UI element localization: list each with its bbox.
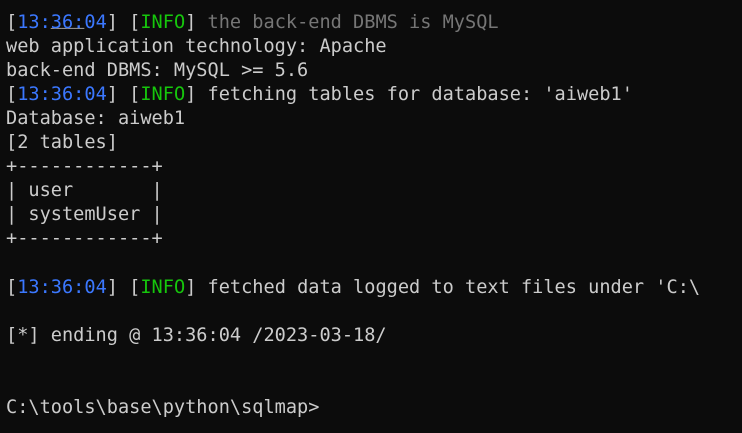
bracket-open: [ <box>6 12 18 33</box>
log-timestamp: 13:36:04 <box>17 277 107 298</box>
log-level-info: INFO <box>140 277 186 298</box>
output-text: web application technology: Apache <box>6 36 387 57</box>
output-text: | systemUser | <box>6 204 163 225</box>
output-line: back-end DBMS: MySQL >= 5.6 <box>6 59 308 83</box>
table-row: | user | <box>6 179 163 203</box>
bracket-close: ] <box>185 84 208 105</box>
log-line-info: [13:36:04] [INFO] the back-end DBMS is M… <box>6 11 499 35</box>
command-prompt[interactable]: C:\tools\base\python\sqlmap> <box>6 396 319 420</box>
output-text: +------------+ <box>6 228 163 249</box>
output-line: Database: aiweb1 <box>6 107 185 131</box>
log-level-info: INFO <box>140 84 186 105</box>
log-timestamp: 13:36:04 <box>17 84 107 105</box>
output-line: [2 tables] <box>6 131 118 155</box>
log-line-info: [13:36:04] [INFO] fetched data logged to… <box>6 276 700 300</box>
bracket-sep: ] [ <box>106 12 141 33</box>
prompt-path: C:\tools\base\python\sqlmap> <box>6 397 320 418</box>
log-level-info: INFO <box>140 12 186 33</box>
table-border-bottom: +------------+ <box>6 227 163 251</box>
output-text: [*] ending @ 13:36:04 /2023-03-18/ <box>6 325 387 346</box>
bracket-close: ] <box>185 12 208 33</box>
bracket-sep: ] [ <box>106 84 141 105</box>
table-border-top: +------------+ <box>6 155 163 179</box>
output-text: Database: aiweb1 <box>6 108 186 129</box>
output-text: | user | <box>6 180 163 201</box>
bracket-open: [ <box>6 84 18 105</box>
output-line: [*] ending @ 13:36:04 /2023-03-18/ <box>6 324 387 348</box>
log-message: the back-end DBMS is MySQL <box>207 12 499 33</box>
output-text: [2 tables] <box>6 132 118 153</box>
table-row: | systemUser | <box>6 203 163 227</box>
scrolled-off-line: ___ <box>6 0 85 29</box>
bracket-sep: ] [ <box>106 277 141 298</box>
log-message: fetched data logged to text files under … <box>207 277 701 298</box>
terminal-window[interactable]: ___ [13:36:04] [INFO] the back-end DBMS … <box>0 0 742 433</box>
output-line: web application technology: Apache <box>6 35 387 59</box>
output-text: back-end DBMS: MySQL >= 5.6 <box>6 60 309 81</box>
log-message: fetching tables for database: 'aiweb1' <box>207 84 633 105</box>
log-line-info: [13:36:04] [INFO] fetching tables for da… <box>6 83 633 107</box>
output-text: +------------+ <box>6 156 163 177</box>
log-timestamp: 13:36:04 <box>17 12 107 33</box>
bracket-open: [ <box>6 277 18 298</box>
bracket-close: ] <box>185 277 208 298</box>
